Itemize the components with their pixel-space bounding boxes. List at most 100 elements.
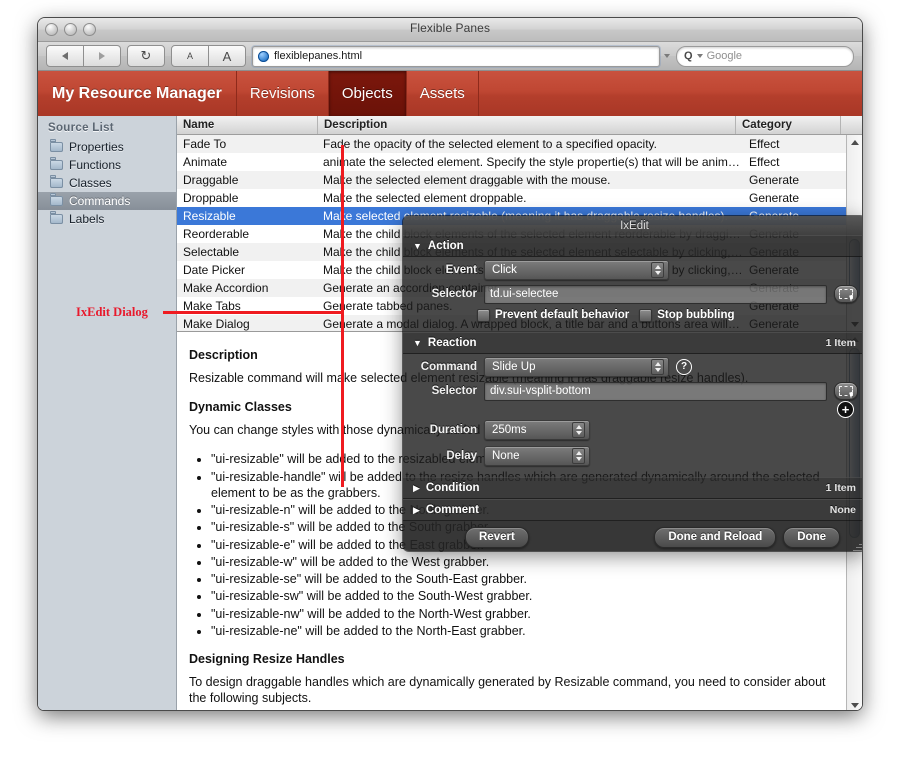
text-larger-button[interactable]: A bbox=[209, 45, 246, 67]
event-select[interactable]: Click bbox=[484, 260, 669, 280]
back-arrow-icon bbox=[62, 52, 68, 60]
table-row[interactable]: Fade To Fade the opacity of the selected… bbox=[177, 135, 847, 153]
section-condition[interactable]: ▶Condition 1 Item bbox=[403, 477, 862, 499]
tab-assets[interactable]: Assets bbox=[407, 71, 479, 116]
section-comment[interactable]: ▶Comment None bbox=[403, 499, 862, 521]
revert-button[interactable]: Revert bbox=[465, 527, 529, 548]
prevent-default-checkbox[interactable]: Prevent default behavior bbox=[477, 309, 629, 322]
help-icon[interactable]: ? bbox=[676, 359, 692, 375]
event-value: Click bbox=[492, 264, 647, 276]
folder-icon bbox=[50, 160, 63, 170]
section-comment-label: ▶Comment bbox=[413, 504, 830, 516]
table-row[interactable]: Animate animate the selected element. Sp… bbox=[177, 153, 847, 171]
cell-category: Generate bbox=[743, 173, 847, 187]
checkbox-icon[interactable] bbox=[639, 309, 652, 322]
resize-grip-icon[interactable] bbox=[853, 541, 862, 551]
forward-button[interactable] bbox=[84, 45, 121, 67]
chevron-updown-icon bbox=[572, 448, 585, 464]
address-bar[interactable]: flexiblepanes.html bbox=[252, 46, 660, 67]
command-select[interactable]: Slide Up bbox=[484, 357, 669, 377]
dialog-titlebar[interactable]: IxEdit bbox=[403, 216, 862, 235]
done-and-reload-button[interactable]: Done and Reload bbox=[654, 527, 776, 548]
address-value: flexiblepanes.html bbox=[274, 50, 362, 62]
list-item: "ui-resizable-nw" will be added to the N… bbox=[211, 606, 831, 622]
delay-label: Delay bbox=[411, 450, 477, 462]
reaction-count: 1 Item bbox=[826, 337, 856, 349]
scroll-down-button[interactable] bbox=[847, 698, 862, 710]
section-reaction[interactable]: ▼Reaction 1 Item bbox=[403, 332, 862, 354]
disclosure-down-icon: ▼ bbox=[413, 241, 422, 251]
condition-count: 1 Item bbox=[826, 482, 856, 494]
text-size-group: A A bbox=[171, 45, 246, 67]
sidebar-item-classes[interactable]: Classes bbox=[38, 174, 176, 192]
page-content: My Resource Manager Revisions Objects As… bbox=[38, 71, 862, 710]
done-button[interactable]: Done bbox=[783, 527, 840, 548]
cell-description: Make the selected element droppable. bbox=[317, 191, 743, 205]
reaction-selector-input[interactable]: div.sui-vsplit-bottom bbox=[484, 382, 827, 401]
column-header-description[interactable]: Description bbox=[318, 116, 736, 134]
section-label-text: Action bbox=[428, 240, 464, 252]
dialog-title: IxEdit bbox=[620, 220, 649, 232]
sidebar-item-commands[interactable]: Commands bbox=[38, 192, 176, 210]
address-dropdown-icon[interactable] bbox=[664, 54, 670, 58]
tab-objects[interactable]: Objects bbox=[329, 71, 407, 116]
text-smaller-button[interactable]: A bbox=[171, 45, 209, 67]
search-input[interactable]: Q Google bbox=[676, 46, 854, 67]
checkbox-icon[interactable] bbox=[477, 309, 490, 322]
column-header-category[interactable]: Category bbox=[736, 116, 841, 134]
reload-button[interactable]: ↻ bbox=[127, 45, 165, 67]
duration-value: 250ms bbox=[492, 424, 568, 436]
element-picker-icon[interactable] bbox=[834, 285, 858, 303]
column-header-name[interactable]: Name bbox=[177, 116, 318, 134]
reaction-selector-value: div.sui-vsplit-bottom bbox=[490, 385, 591, 397]
reaction-selector-row: Selector div.sui-vsplit-bottom bbox=[403, 380, 862, 402]
cell-name: Droppable bbox=[177, 191, 317, 205]
sidebar-item-label: Classes bbox=[69, 176, 112, 190]
table-row[interactable]: Droppable Make the selected element drop… bbox=[177, 189, 847, 207]
tab-revisions[interactable]: Revisions bbox=[237, 71, 329, 116]
action-selector-input[interactable]: td.ui-selectee bbox=[484, 285, 827, 304]
description-heading-3: Designing Resize Handles bbox=[189, 652, 831, 666]
delay-select[interactable]: None bbox=[484, 446, 590, 466]
cell-name: Make Dialog bbox=[177, 317, 317, 331]
section-label-text: Reaction bbox=[428, 337, 477, 349]
ixedit-dialog[interactable]: IxEdit ▼Action Event Click Selector bbox=[403, 216, 862, 551]
stop-bubbling-checkbox[interactable]: Stop bubbling bbox=[639, 309, 734, 322]
search-menu-icon[interactable] bbox=[697, 54, 703, 58]
folder-icon bbox=[50, 142, 63, 152]
table-row[interactable]: Draggable Make the selected element drag… bbox=[177, 171, 847, 189]
cell-description: Make the selected element draggable with… bbox=[317, 173, 743, 187]
window-title: Flexible Panes bbox=[38, 21, 862, 35]
text-larger-label: A bbox=[223, 49, 232, 64]
disclosure-right-icon: ▶ bbox=[413, 483, 420, 494]
cell-category: Effect bbox=[743, 137, 847, 151]
element-picker-icon[interactable] bbox=[834, 382, 858, 400]
list-item: "ui-resizable-sw" will be added to the S… bbox=[211, 588, 831, 604]
section-condition-label: ▶Condition bbox=[413, 482, 826, 494]
sidebar: Source List Properties Functions Classes… bbox=[38, 116, 177, 710]
section-action[interactable]: ▼ Action bbox=[403, 235, 862, 257]
duration-label: Duration bbox=[411, 424, 477, 436]
scroll-up-button[interactable] bbox=[847, 135, 862, 149]
add-icon[interactable]: + bbox=[837, 401, 854, 418]
command-label: Command bbox=[411, 361, 477, 373]
back-button[interactable] bbox=[46, 45, 84, 67]
duration-row: Duration 250ms bbox=[403, 417, 862, 443]
duration-select[interactable]: 250ms bbox=[484, 420, 590, 440]
delay-value: None bbox=[492, 450, 568, 462]
cell-name: Selectable bbox=[177, 245, 317, 259]
sidebar-item-labels[interactable]: Labels bbox=[38, 210, 176, 228]
folder-icon bbox=[50, 196, 63, 206]
action-checkbox-row: Prevent default behavior Stop bubbling bbox=[403, 305, 862, 325]
event-row: Event Click bbox=[403, 257, 862, 283]
window-titlebar: Flexible Panes bbox=[38, 18, 862, 42]
cell-name: Make Tabs bbox=[177, 299, 317, 313]
folder-icon bbox=[50, 214, 63, 224]
add-reaction-row: + bbox=[403, 402, 862, 417]
list-item: "ui-resizable-w" will be added to the We… bbox=[211, 554, 831, 570]
sidebar-item-properties[interactable]: Properties bbox=[38, 138, 176, 156]
sidebar-item-functions[interactable]: Functions bbox=[38, 156, 176, 174]
cursor-icon bbox=[849, 392, 855, 399]
cell-name: Make Accordion bbox=[177, 281, 317, 295]
cell-name: Animate bbox=[177, 155, 317, 169]
